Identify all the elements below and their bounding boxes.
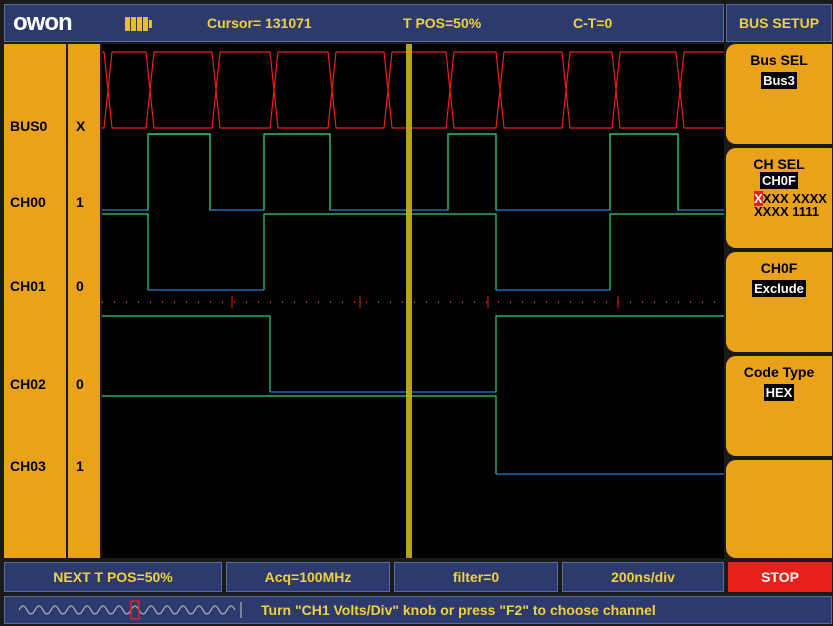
filter-field: filter=0 [394, 562, 558, 592]
waveform-overview-icon [18, 600, 242, 620]
timebase-field: 200ns/div [562, 562, 724, 592]
code-type-value: HEX [763, 384, 795, 401]
ch-sel-value: CH0F [760, 172, 798, 189]
battery-icon [125, 17, 155, 31]
empty-menu-button[interactable] [726, 460, 832, 558]
channel-value-ch01: 0 [76, 278, 84, 294]
next-tpos-field[interactable]: NEXT T POS=50% [4, 562, 222, 592]
channel-label-ch00: CH00 [10, 194, 46, 210]
ch-mode-title: CH0F [760, 260, 798, 276]
run-stop-button[interactable]: STOP [728, 562, 832, 592]
top-status-bar: owon Cursor= 131071 T POS=50% C-T=0 [4, 4, 724, 42]
status-bar: Turn "CH1 Volts/Div" knob or press "F2" … [4, 596, 832, 624]
bus-sel-title: Bus SEL [750, 52, 808, 68]
waveform-svg [102, 44, 724, 558]
ch-mode-menu-button[interactable]: CH0F Exclude [726, 252, 832, 352]
bus-sel-value: Bus3 [761, 72, 797, 89]
ch-sel-menu-button[interactable]: CH SEL CH0F XXXX XXXX XXXX 1111 [726, 148, 832, 248]
channel-value-ch02: 0 [76, 376, 84, 392]
ch03-high-path [102, 395, 497, 474]
ch01-high-path [102, 213, 724, 290]
status-hint-text: Turn "CH1 Volts/Div" knob or press "F2" … [261, 602, 656, 618]
channel-value-column: X 1 0 0 1 [68, 44, 100, 558]
bus-sel-menu-button[interactable]: Bus SEL Bus3 [726, 44, 832, 144]
code-type-menu-button[interactable]: Code Type HEX [726, 356, 832, 456]
channel-label-column: BUS0 CH00 CH01 CH02 CH03 [4, 44, 66, 558]
panel-title: BUS SETUP [726, 4, 832, 42]
waveform-display[interactable] [102, 44, 724, 558]
channel-value-bus0: X [76, 118, 86, 134]
bus0-waveform [102, 51, 724, 129]
channel-label-ch03: CH03 [10, 458, 46, 474]
acquisition-field: Acq=100MHz [226, 562, 390, 592]
ch-sel-bits-line2: XXXX 1111 [754, 204, 820, 219]
ch-sel-title: CH SEL [753, 156, 805, 172]
channel-value-ch03: 1 [76, 458, 84, 474]
brand-logo: owon [13, 9, 73, 36]
channel-label-ch01: CH01 [10, 278, 46, 294]
cursor-trigger-readout: C-T=0 [573, 15, 613, 31]
channel-label-ch02: CH02 [10, 376, 46, 392]
trigger-position-marker[interactable] [406, 44, 412, 558]
code-type-title: Code Type [743, 364, 815, 380]
channel-label-bus0: BUS0 [10, 118, 48, 134]
ch-mode-value: Exclude [752, 280, 806, 297]
cursor-readout: Cursor= 131071 [207, 15, 312, 31]
channel-value-ch00: 1 [76, 194, 84, 210]
ch00-high-path [147, 133, 679, 210]
trigger-position-readout: T POS=50% [403, 15, 482, 31]
ch00-waveform [102, 133, 724, 211]
ch02-high-path [102, 315, 724, 392]
